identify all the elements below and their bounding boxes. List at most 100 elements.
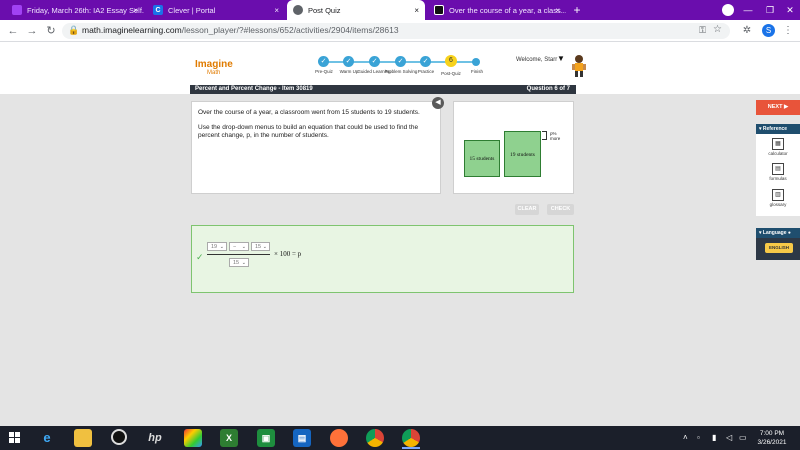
excel-icon[interactable]: X — [220, 429, 238, 447]
question-counter: Question 6 of 7 — [526, 86, 570, 92]
account-dropdown-icon[interactable]: ▼ — [557, 54, 565, 63]
dropdown-value: 15 — [233, 260, 240, 266]
close-icon[interactable]: × — [274, 6, 279, 15]
question-text: Over the course of a year, a classroom w… — [198, 109, 430, 147]
logo-math: Math — [207, 70, 221, 76]
language-header[interactable]: ▾ Language ● — [756, 228, 800, 238]
browser-tab-question[interactable]: Over the course of a year, a class... × — [428, 0, 566, 20]
question-card: Over the course of a year, a classroom w… — [191, 101, 441, 194]
browser-tab-clever[interactable]: C Clever | Portal × — [147, 0, 285, 20]
close-icon[interactable]: × — [133, 6, 138, 15]
network-icon[interactable]: ▮ — [712, 433, 716, 442]
step-post-quiz-current: 6 — [445, 55, 457, 67]
green-app-icon[interactable]: ▣ — [257, 429, 275, 447]
file-explorer-icon[interactable] — [74, 429, 92, 447]
step-warm-up-check-icon: ✓ — [343, 56, 354, 67]
back-icon[interactable]: ← — [5, 23, 21, 39]
chevron-down-icon: ⌄ — [241, 244, 246, 250]
item-title: Percent and Percent Change - Item 30819 — [195, 86, 313, 92]
tool-label: formulas — [769, 176, 787, 181]
photos-app-icon[interactable] — [184, 429, 202, 447]
minimize-icon[interactable]: — — [736, 0, 760, 20]
extensions-icon[interactable]: ✲ — [740, 24, 754, 38]
calendar-icon — [12, 5, 22, 15]
increase-brace — [542, 131, 547, 140]
tray-chevron-icon[interactable]: ˄ — [683, 433, 688, 442]
lock-icon: 🔒 — [68, 25, 80, 35]
step-finish — [472, 58, 480, 66]
english-button[interactable]: ENGLISH — [765, 243, 793, 253]
denominator-dropdown[interactable]: 15 ⌄ — [229, 258, 249, 267]
step-pre-quiz-check-icon: ✓ — [318, 56, 329, 67]
dropdown-value: 19 — [211, 244, 218, 250]
students-diagram: 15 students 19 students p% more — [453, 101, 574, 194]
volume-icon[interactable]: ◁ — [726, 433, 732, 442]
internet-explorer-icon[interactable]: e — [38, 429, 56, 447]
url-text: math.imaginelearning.com/lesson_player/?… — [82, 25, 399, 35]
formulas-tool[interactable]: ▤ formulas — [756, 163, 800, 181]
hp-icon[interactable]: hp — [146, 429, 164, 447]
address-bar[interactable]: 🔒 math.imaginelearning.com/lesson_player… — [62, 23, 730, 39]
close-icon[interactable]: × — [414, 6, 419, 15]
window-close-icon[interactable]: ✕ — [778, 0, 800, 20]
item-title-bar: Percent and Percent Change - Item 30819 … — [190, 85, 576, 94]
profile-avatar[interactable]: S — [762, 24, 775, 37]
step-problem-solving-check-icon: ✓ — [395, 56, 406, 67]
app-header: Imagine Math ✓ ✓ ✓ ✓ ✓ 6 Pre-Quiz Warm U… — [0, 43, 800, 85]
numerator-dropdown-1[interactable]: 19 ⌄ — [207, 242, 227, 251]
brainly-icon — [434, 5, 444, 15]
browser-toolbar: ← → ↻ 🔒 math.imaginelearning.com/lesson_… — [0, 20, 800, 42]
avatar-character-icon[interactable] — [570, 54, 588, 78]
question-paragraph-1: Over the course of a year, a classroom w… — [198, 109, 420, 116]
active-window-indicator — [402, 447, 420, 449]
formulas-icon: ▤ — [772, 163, 784, 175]
key-icon[interactable]: ⚿ — [699, 25, 706, 36]
browser-tab-post-quiz[interactable]: Post Quiz × — [287, 0, 425, 20]
correct-check-icon: ✓ — [196, 252, 204, 262]
tab-title: Post Quiz — [308, 5, 341, 15]
dropdown-value: 15 — [255, 244, 262, 250]
reload-icon[interactable]: ↻ — [43, 23, 59, 39]
operator-dropdown[interactable]: − ⌄ — [229, 242, 249, 251]
reference-header[interactable]: ▾ Reference — [756, 124, 800, 134]
forward-icon[interactable]: → — [24, 23, 40, 39]
notification-icon[interactable]: ▭ — [739, 433, 747, 442]
media-player-icon[interactable] — [111, 429, 127, 445]
language-title: Language — [762, 230, 787, 236]
dropdown-value: − — [233, 244, 237, 250]
new-tab-button[interactable]: + — [570, 3, 584, 17]
audio-speaker-icon[interactable]: ◀ — [432, 97, 444, 109]
blue-app-icon[interactable]: ▤ — [293, 429, 311, 447]
numerator-dropdown-2[interactable]: 15 ⌄ — [251, 242, 270, 251]
step-practice-check-icon: ✓ — [420, 56, 431, 67]
tool-label: glossary — [769, 202, 787, 207]
calculator-tool[interactable]: ▦ calculator — [756, 138, 800, 156]
calculator-icon: ▦ — [772, 138, 784, 150]
taskbar-clock[interactable]: 7:00 PM 3/26/2021 — [752, 429, 792, 447]
tray-app-icon[interactable]: ▫ — [697, 433, 700, 442]
tab-title: Clever | Portal — [168, 5, 216, 15]
fraction-bar — [207, 254, 270, 255]
equation-suffix: × 100 = p — [274, 250, 302, 258]
windows-start-icon[interactable] — [9, 432, 21, 444]
profile-indicator-icon[interactable] — [722, 4, 734, 16]
check-button[interactable]: CHECK — [547, 204, 574, 215]
browser-tab-essay[interactable]: Friday, March 26th: IA2 Essay Self... × — [6, 0, 144, 20]
clock-time: 7:00 PM — [759, 430, 785, 437]
more-label: more — [550, 136, 561, 141]
next-button[interactable]: NEXT ▶ — [756, 100, 800, 115]
step-guided-learning-check-icon: ✓ — [369, 56, 380, 67]
glossary-tool[interactable]: ▥ glossary — [756, 189, 800, 207]
close-icon[interactable]: × — [555, 6, 560, 15]
menu-kebab-icon[interactable]: ⋮ — [781, 24, 795, 38]
url-host: math.imaginelearning.com — [82, 25, 182, 35]
tab-title: Friday, March 26th: IA2 Essay Self... — [27, 5, 144, 15]
bookmark-star-icon[interactable]: ☆ — [713, 24, 722, 35]
chevron-down-icon: ⌄ — [241, 260, 246, 266]
url-path: /lesson_player/?#lessons/652/activities/… — [181, 25, 399, 35]
clear-button[interactable]: CLEAR — [515, 204, 539, 215]
chrome-icon[interactable] — [366, 429, 384, 447]
firefox-icon[interactable] — [330, 429, 348, 447]
question-paragraph-2: Use the drop-down menus to build an equa… — [198, 124, 419, 139]
chrome-active-icon[interactable] — [402, 429, 420, 447]
